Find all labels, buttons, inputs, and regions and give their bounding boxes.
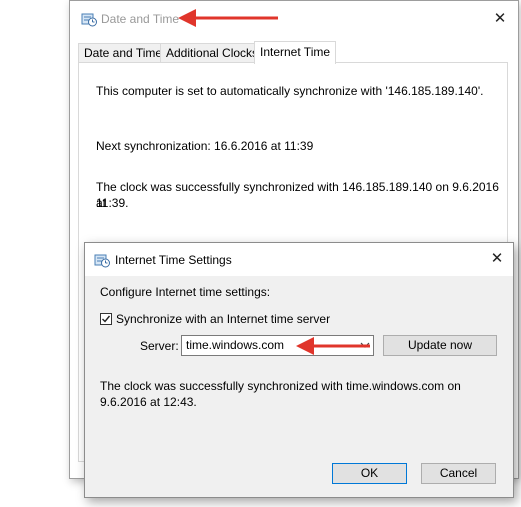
dialog-title-bar: Internet Time Settings ✕ [85,243,513,276]
ok-button[interactable]: OK [332,463,407,484]
dialog-result-line2: 9.6.2016 at 12:43. [100,395,197,409]
server-select[interactable]: time.windows.com [181,335,374,356]
clock-settings-icon [94,254,110,268]
clock-settings-icon [81,13,97,27]
sync-checkbox-label[interactable]: Synchronize with an Internet time server [116,311,330,327]
chevron-down-icon[interactable] [359,339,371,351]
title-bar: Date and Time ✕ [70,1,518,37]
window-title: Date and Time [101,12,180,26]
cancel-button[interactable]: Cancel [421,463,496,484]
dialog-heading: Configure Internet time settings: [100,285,271,299]
server-value: time.windows.com [186,338,285,352]
close-icon[interactable]: ✕ [487,249,507,269]
close-icon[interactable]: ✕ [490,9,510,29]
dialog-title: Internet Time Settings [115,253,232,267]
internet-time-settings-dialog: Internet Time Settings ✕ Configure Inter… [84,242,514,498]
tab-internet-time[interactable]: Internet Time [254,41,337,64]
tab-additional-clocks[interactable]: Additional Clocks [160,43,265,63]
sync-status-text: This computer is set to automatically sy… [96,84,484,98]
server-label: Server: [140,339,179,353]
sync-checkbox[interactable] [100,313,112,325]
tab-date-and-time[interactable]: Date and Time [78,43,169,63]
next-sync-text: Next synchronization: 16.6.2016 at 11:39 [96,139,314,153]
last-result-line2: 11:39. [96,196,129,210]
update-now-button[interactable]: Update now [383,335,497,356]
dialog-result-line1: The clock was successfully synchronized … [100,379,461,393]
checkmark-icon [102,315,111,323]
